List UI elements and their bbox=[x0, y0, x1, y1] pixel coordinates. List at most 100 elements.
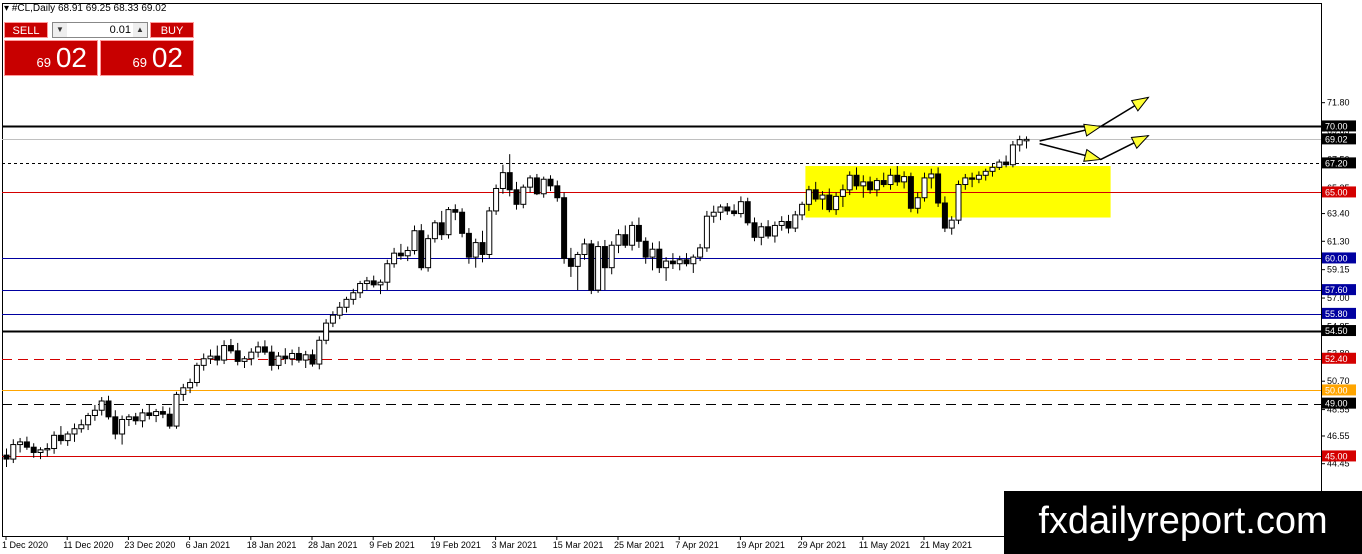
candle-body[interactable] bbox=[438, 222, 445, 236]
candle-body[interactable] bbox=[921, 177, 928, 199]
candle-body[interactable] bbox=[336, 306, 343, 316]
candle-body[interactable] bbox=[615, 234, 622, 246]
candle-body[interactable] bbox=[901, 176, 908, 183]
candle-body[interactable] bbox=[819, 194, 826, 200]
candle-body[interactable] bbox=[710, 211, 717, 217]
candle-body[interactable] bbox=[248, 351, 255, 360]
candle-body[interactable] bbox=[601, 246, 608, 269]
candle-body[interactable] bbox=[663, 260, 670, 269]
candle-body[interactable] bbox=[221, 345, 228, 361]
candle-body[interactable] bbox=[193, 364, 200, 384]
candle-body[interactable] bbox=[30, 446, 37, 453]
candle-body[interactable] bbox=[418, 230, 425, 269]
candle-body[interactable] bbox=[540, 178, 547, 195]
candle-body[interactable] bbox=[51, 434, 58, 450]
candle-body[interactable] bbox=[717, 206, 724, 213]
candle-body[interactable] bbox=[649, 248, 656, 258]
candle-body[interactable] bbox=[479, 242, 486, 255]
candle-body[interactable] bbox=[520, 186, 527, 205]
candle-body[interactable] bbox=[826, 194, 833, 211]
candle-body[interactable] bbox=[105, 400, 112, 418]
candle-body[interactable] bbox=[10, 444, 17, 460]
candle-body[interactable] bbox=[989, 166, 996, 172]
candle-body[interactable] bbox=[363, 280, 370, 285]
candle-body[interactable] bbox=[703, 215, 710, 249]
candle-body[interactable] bbox=[731, 210, 738, 215]
candle-body[interactable] bbox=[846, 174, 853, 191]
candle-body[interactable] bbox=[180, 387, 187, 395]
candle-body[interactable] bbox=[914, 197, 921, 209]
candle-body[interactable] bbox=[57, 434, 64, 442]
candle-body[interactable] bbox=[166, 413, 173, 427]
candle-body[interactable] bbox=[159, 411, 166, 415]
candle-body[interactable] bbox=[935, 173, 942, 204]
candle-body[interactable] bbox=[112, 416, 119, 435]
candle-body[interactable] bbox=[737, 201, 744, 215]
candle-body[interactable] bbox=[78, 424, 85, 430]
candle-body[interactable] bbox=[724, 206, 731, 212]
candle-body[interactable] bbox=[91, 409, 98, 417]
candle-body[interactable] bbox=[513, 189, 520, 205]
candle-body[interactable] bbox=[472, 242, 479, 258]
candle-body[interactable] bbox=[391, 252, 398, 265]
lot-increase-arrow-icon[interactable]: ▲ bbox=[133, 23, 147, 37]
candle-body[interactable] bbox=[295, 352, 302, 361]
candle-body[interactable] bbox=[873, 180, 880, 191]
candle-body[interactable] bbox=[656, 248, 663, 269]
candle-body[interactable] bbox=[282, 355, 289, 360]
candle-body[interactable] bbox=[642, 240, 649, 258]
candle-body[interactable] bbox=[98, 400, 105, 411]
candle-body[interactable] bbox=[941, 202, 948, 229]
candle-body[interactable] bbox=[261, 346, 268, 353]
candle-body[interactable] bbox=[357, 283, 364, 294]
candle-body[interactable] bbox=[833, 195, 840, 211]
candle-body[interactable] bbox=[982, 170, 989, 176]
candle-body[interactable] bbox=[975, 174, 982, 180]
candle-body[interactable] bbox=[465, 232, 472, 258]
candle-body[interactable] bbox=[1009, 144, 1016, 166]
candle-body[interactable] bbox=[343, 298, 350, 308]
candle-body[interactable] bbox=[839, 189, 846, 197]
candle-body[interactable] bbox=[608, 244, 615, 269]
lot-size-value[interactable]: 0.01 bbox=[69, 23, 131, 37]
candle-body[interactable] bbox=[969, 177, 976, 180]
candle-body[interactable] bbox=[581, 243, 588, 255]
candle-body[interactable] bbox=[146, 412, 153, 417]
candle-body[interactable] bbox=[302, 354, 309, 361]
candle-body[interactable] bbox=[506, 172, 513, 191]
candle-body[interactable] bbox=[384, 263, 391, 283]
candle-body[interactable] bbox=[561, 197, 568, 259]
candle-body[interactable] bbox=[669, 260, 676, 265]
candle-body[interactable] bbox=[23, 441, 30, 448]
candle-body[interactable] bbox=[771, 224, 778, 237]
candle-body[interactable] bbox=[207, 355, 214, 360]
candle-body[interactable] bbox=[588, 243, 595, 291]
candle-body[interactable] bbox=[316, 339, 323, 365]
candle-body[interactable] bbox=[3, 454, 10, 460]
candle-body[interactable] bbox=[187, 382, 194, 389]
candle-body[interactable] bbox=[17, 441, 24, 446]
candle-body[interactable] bbox=[445, 209, 452, 236]
candle-body[interactable] bbox=[751, 222, 758, 238]
candle-body[interactable] bbox=[404, 250, 411, 257]
candle-body[interactable] bbox=[907, 176, 914, 209]
buy-price-button[interactable]: 69 02 bbox=[100, 40, 194, 76]
candle-body[interactable] bbox=[241, 358, 248, 362]
buy-button[interactable]: BUY bbox=[150, 22, 194, 38]
candle-body[interactable] bbox=[377, 281, 384, 286]
candle-body[interactable] bbox=[778, 220, 785, 226]
candle-body[interactable] bbox=[533, 177, 540, 195]
candle-body[interactable] bbox=[71, 428, 78, 435]
candle-body[interactable] bbox=[411, 230, 418, 252]
candle-body[interactable] bbox=[527, 177, 534, 188]
candle-body[interactable] bbox=[595, 246, 602, 291]
candle-body[interactable] bbox=[350, 292, 357, 300]
candle-body[interactable] bbox=[554, 185, 561, 199]
candle-body[interactable] bbox=[493, 187, 500, 212]
candle-body[interactable] bbox=[173, 393, 180, 427]
candle-body[interactable] bbox=[153, 411, 160, 417]
candle-body[interactable] bbox=[683, 259, 690, 265]
candle-body[interactable] bbox=[329, 314, 336, 324]
candle-body[interactable] bbox=[860, 181, 867, 187]
price-chart[interactable]: 71.8069.6567.5065.3563.4061.3059.1557.00… bbox=[0, 0, 1362, 554]
